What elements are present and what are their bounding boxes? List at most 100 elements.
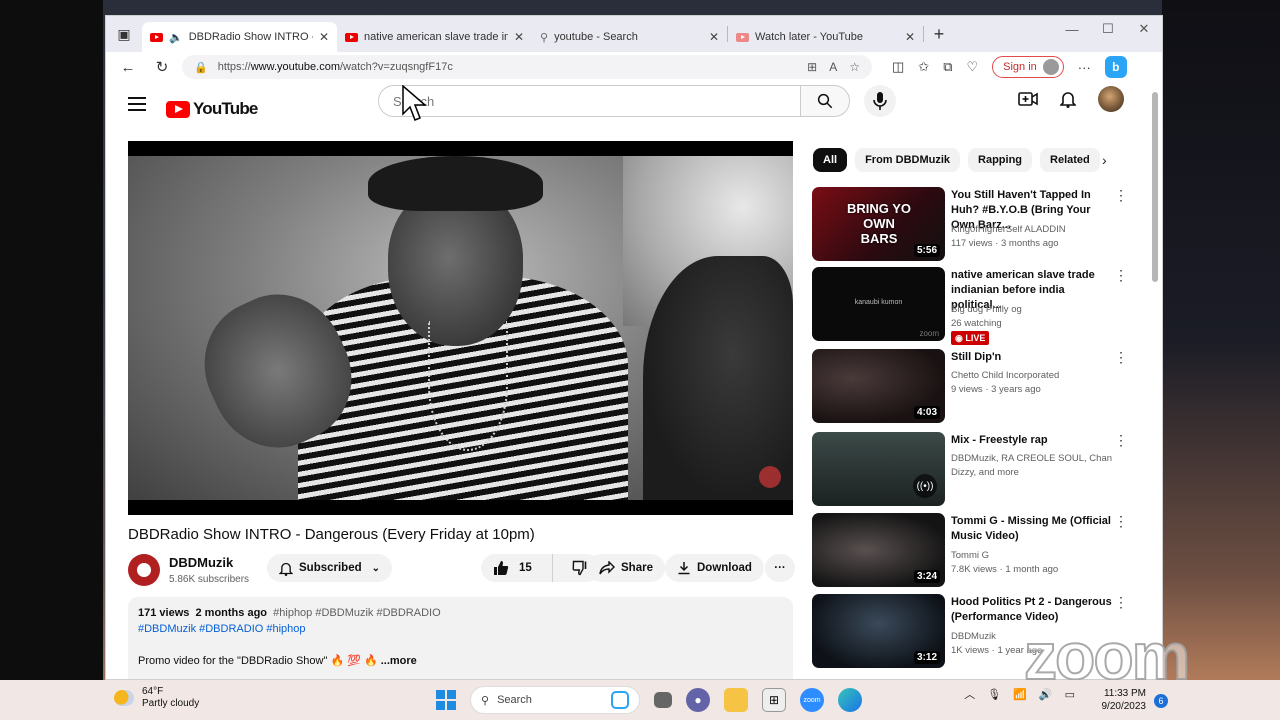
close-window-icon[interactable]: ✕ [1126, 16, 1162, 42]
chip-from-dbdmuzik[interactable]: From DBDMuzik [855, 148, 961, 172]
split-screen-icon[interactable]: ◫ [892, 59, 904, 75]
task-view-icon[interactable] [654, 692, 672, 708]
more-options-icon[interactable]: ··· [1078, 60, 1091, 75]
chip-all[interactable]: All [813, 148, 848, 172]
video-description[interactable]: 171 views 2 months ago #hiphop #DBDMuzik… [128, 597, 793, 679]
more-vertical-icon[interactable]: ⋮ [1114, 267, 1128, 284]
notification-badge[interactable]: 6 [1154, 694, 1168, 708]
new-tab-button[interactable]: + [924, 24, 954, 45]
download-button[interactable]: Download [665, 554, 764, 582]
chip-rapping[interactable]: Rapping [968, 148, 1033, 172]
search-icon: ⚲ [540, 31, 549, 44]
microsoft-store-icon[interactable]: ⊞ [762, 688, 786, 712]
recommendation-item[interactable]: ((•)) Mix - Freestyle rap DBDMuzik, RA C… [812, 432, 1142, 508]
tab-actions-icon[interactable]: ▣ [106, 16, 142, 52]
close-tab-icon[interactable]: ✕ [905, 30, 915, 44]
voice-search-button[interactable] [864, 85, 896, 117]
temperature: 64°F [142, 686, 164, 697]
apps-icon[interactable]: ⊞ [807, 60, 817, 74]
channel-avatar[interactable] [128, 554, 160, 586]
youtube-header: YouTube Search [106, 82, 1162, 134]
start-button[interactable] [436, 690, 456, 710]
microphone-icon[interactable]: 🎙 [987, 688, 1001, 701]
read-aloud-icon[interactable]: A [829, 60, 837, 74]
channel-watermark-icon [759, 466, 781, 488]
subscribed-button[interactable]: Subscribed ⌄ [267, 554, 393, 582]
share-button[interactable]: Share [587, 554, 665, 582]
minimize-icon[interactable]: — [1054, 16, 1090, 42]
partly-cloudy-icon [114, 690, 134, 706]
more-vertical-icon[interactable]: ⋮ [1114, 187, 1128, 204]
notifications-bell-icon[interactable] [1060, 90, 1076, 108]
recommendation-meta: 7.8K views · 1 month ago [951, 564, 1059, 575]
more-vertical-icon[interactable]: ⋮ [1114, 594, 1128, 611]
desktop-right-area [1162, 0, 1280, 680]
recommendation-title: Still Dip'n [951, 351, 1002, 363]
channel-name[interactable]: DBDMuzik [169, 555, 233, 570]
clock[interactable]: 11:33 PM 9/20/2023 [1102, 687, 1147, 713]
refresh-button[interactable]: ↻ [148, 54, 176, 80]
create-video-icon[interactable] [1018, 91, 1038, 107]
volume-icon[interactable]: 🔊 [1039, 688, 1053, 701]
battery-icon[interactable]: ▭ [1065, 688, 1075, 701]
menu-icon[interactable] [128, 97, 146, 115]
tab-youtube-search[interactable]: ⚲ youtube - Search ✕ [532, 22, 727, 52]
heart-icon[interactable]: ♡ [967, 59, 979, 75]
show-more-link[interactable]: ...more [381, 655, 417, 667]
close-tab-icon[interactable]: ✕ [319, 30, 329, 44]
filter-chips: All From DBDMuzik Rapping Related [813, 148, 1100, 172]
tab-dbdradio[interactable]: 🔈 DBDRadio Show INTRO - Dangerous ✕ [142, 22, 337, 52]
description-text-row: Promo video for the "DBDRadio Show" 🔥 💯 … [138, 653, 783, 669]
more-vertical-icon[interactable]: ⋮ [1114, 349, 1128, 366]
maximize-icon[interactable]: ☐ [1090, 16, 1126, 42]
more-actions-button[interactable]: ··· [765, 554, 795, 582]
mix-playlist-icon: ((•)) [913, 474, 937, 498]
favorites-icon[interactable]: ✩ [918, 59, 929, 75]
more-vertical-icon[interactable]: ⋮ [1114, 513, 1128, 530]
live-icon: ◉ [955, 333, 963, 343]
description-hashtags[interactable]: #DBDMuzik #DBDRADIO #hiphop [138, 621, 783, 637]
chip-related[interactable]: Related [1040, 148, 1100, 172]
more-vertical-icon[interactable]: ⋮ [1114, 432, 1128, 449]
edge-browser-icon[interactable] [838, 688, 862, 712]
wifi-icon[interactable]: 📶 [1013, 688, 1027, 701]
collections-icon[interactable]: ⧉ [943, 59, 952, 75]
tab-watch-later[interactable]: Watch later - YouTube ✕ [728, 22, 923, 52]
recommendation-item[interactable]: 4:03 Still Dip'n Chetto Child Incorporat… [812, 349, 1142, 425]
chevron-right-icon[interactable]: › [1102, 152, 1107, 168]
favorite-star-icon[interactable]: ☆ [849, 60, 860, 74]
search-input[interactable]: Search [378, 85, 801, 117]
close-tab-icon[interactable]: ✕ [709, 30, 719, 44]
account-avatar[interactable] [1098, 86, 1124, 112]
chevron-up-icon[interactable]: ︿ [964, 686, 975, 702]
close-tab-icon[interactable]: ✕ [514, 30, 524, 44]
back-button[interactable]: ← [114, 54, 142, 80]
page-scrollbar[interactable] [1152, 92, 1158, 282]
search-icon: ⚲ [481, 694, 490, 707]
address-field[interactable]: 🔒 https://www.youtube.com/watch?v=zuqsng… [182, 55, 872, 79]
recommendation-item[interactable]: 3:24 Tommi G - Missing Me (Official Musi… [812, 513, 1142, 589]
search-button[interactable] [800, 85, 850, 117]
video-player[interactable] [128, 141, 793, 515]
weather-widget[interactable]: 64°F Partly cloudy [114, 686, 199, 710]
youtube-favicon-icon [736, 32, 749, 42]
taskbar-search[interactable]: ⚲ Search [470, 686, 640, 714]
recommendation-channel: King0fHigherSelf ALADDIN [951, 224, 1066, 235]
recommendation-item[interactable]: kanaubi kumon zoom native american slave… [812, 267, 1142, 345]
zoom-app-icon[interactable]: zoom [800, 688, 824, 712]
thumbnail-caption: kanaubi kumon [854, 299, 903, 306]
bing-chat-icon[interactable]: b [1104, 56, 1127, 78]
youtube-logo[interactable]: YouTube [166, 99, 258, 119]
system-tray: ︿ 🎙 📶 🔊 ▭ [964, 686, 1075, 702]
channel-row: DBDMuzik 5.86K subscribers Subscribed ⌄ … [128, 552, 796, 588]
recommendation-item[interactable]: BRING YO OWN BARS 5:56 You Still Haven't… [812, 187, 1142, 263]
video-thumbnail: 3:12 [812, 594, 945, 668]
teams-chat-icon[interactable]: ● [686, 688, 710, 712]
taskbar-search-label: Search [497, 694, 532, 706]
tab-native-american[interactable]: native american slave trade indianian ✕ [337, 22, 532, 52]
tab-strip: ▣ 🔈 DBDRadio Show INTRO - Dangerous ✕ na… [106, 16, 1162, 52]
sign-in-button[interactable]: Sign in [992, 56, 1064, 78]
like-count: 15 [519, 562, 532, 574]
file-explorer-icon[interactable] [724, 688, 748, 712]
like-button[interactable]: 15 [481, 554, 553, 582]
